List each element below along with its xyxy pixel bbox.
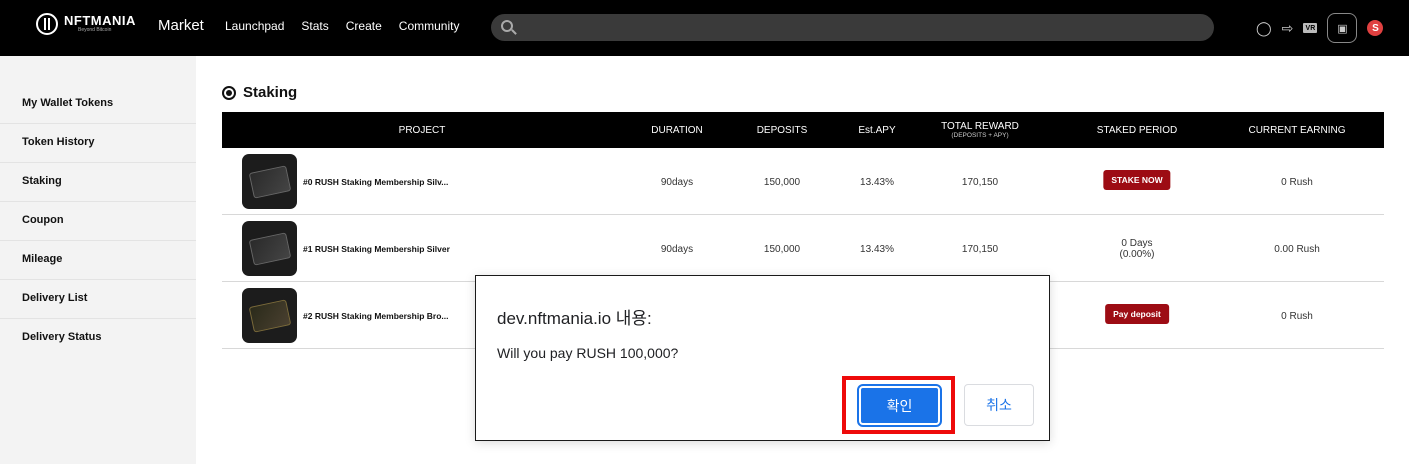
- brand-badge-icon[interactable]: S: [1367, 20, 1384, 36]
- user-icon[interactable]: ◯: [1256, 20, 1272, 37]
- staked-days: 0 Days: [1121, 238, 1153, 249]
- nav-stats[interactable]: Stats: [301, 19, 328, 33]
- sidebar-item-mileage[interactable]: Mileage: [22, 253, 62, 265]
- confirm-dialog: dev.nftmania.io 내용: Will you pay RUSH 10…: [475, 275, 1050, 441]
- column-staked-period: STAKED PERIOD: [1096, 124, 1178, 136]
- dialog-title: dev.nftmania.io 내용:: [497, 309, 652, 328]
- logout-icon[interactable]: ⇨: [1282, 20, 1294, 37]
- top-navigation-bar: NFTMANIA Beyond Bitcoin Market Launchpad…: [0, 0, 1409, 56]
- sidebar-item-delivery-list[interactable]: Delivery List: [22, 292, 87, 304]
- total-reward-value: 170,150: [961, 177, 999, 188]
- nav-community[interactable]: Community: [399, 19, 460, 33]
- search-bar[interactable]: [491, 14, 1214, 41]
- card-image: [248, 164, 291, 199]
- current-earning-value: 0 Rush: [1281, 177, 1313, 188]
- sidebar-item-delivery-status[interactable]: Delivery Status: [22, 331, 101, 343]
- staked-period-value: 0 Days (0.00%): [1119, 238, 1154, 260]
- card-image: [248, 298, 291, 333]
- wallet-icon[interactable]: ▣: [1327, 13, 1358, 43]
- stake-now-button[interactable]: STAKE NOW: [1103, 170, 1171, 190]
- column-apy: Est.APY: [858, 124, 896, 136]
- project-name[interactable]: #1 RUSH Staking Membership Silver: [303, 244, 450, 254]
- search-input[interactable]: [523, 14, 1203, 41]
- sidebar-item-my-wallet-tokens[interactable]: My Wallet Tokens: [22, 97, 113, 109]
- sidebar: My Wallet Tokens Token History Staking C…: [0, 56, 196, 464]
- nav-market[interactable]: Market: [158, 17, 204, 34]
- confirm-ok-button[interactable]: 확인: [857, 384, 942, 427]
- sidebar-divider: [0, 240, 196, 241]
- membership-thumbnail[interactable]: [242, 221, 297, 276]
- sidebar-divider: [0, 279, 196, 280]
- logo-text: NFTMANIA: [64, 13, 136, 28]
- nav-links: Launchpad Stats Create Community: [225, 19, 459, 33]
- table-row[interactable]: #1 RUSH Staking Membership Silver 90days…: [222, 215, 1384, 282]
- dialog-message: Will you pay RUSH 100,000?: [497, 345, 679, 361]
- logo-mark-icon: [36, 13, 58, 35]
- sidebar-item-coupon[interactable]: Coupon: [22, 214, 64, 226]
- card-image: [248, 231, 291, 266]
- sidebar-divider: [0, 123, 196, 124]
- staked-percent: (0.00%): [1119, 249, 1155, 260]
- vr-icon[interactable]: VR: [1303, 23, 1318, 33]
- nftmania-logo[interactable]: NFTMANIA Beyond Bitcoin: [36, 13, 136, 35]
- membership-thumbnail[interactable]: [242, 154, 297, 209]
- column-deposits: DEPOSITS: [756, 124, 808, 136]
- header-right-icons: ◯ ⇨ VR ▣ S: [1256, 13, 1384, 43]
- nav-create[interactable]: Create: [346, 19, 382, 33]
- project-name[interactable]: #2 RUSH Staking Membership Bro...: [303, 311, 448, 321]
- sidebar-divider: [0, 318, 196, 319]
- page-title: Staking: [222, 84, 297, 101]
- membership-thumbnail[interactable]: [242, 288, 297, 343]
- page-title-text: Staking: [243, 84, 298, 101]
- sidebar-item-staking[interactable]: Staking: [22, 175, 62, 187]
- current-earning-value: 0 Rush: [1281, 311, 1313, 322]
- column-current-earning: CURRENT EARNING: [1248, 124, 1346, 136]
- project-name[interactable]: #0 RUSH Staking Membership Silv...: [303, 177, 448, 187]
- staking-coin-icon: [222, 85, 236, 100]
- sidebar-divider: [0, 162, 196, 163]
- total-reward-value: 170,150: [961, 244, 999, 255]
- sidebar-divider: [0, 201, 196, 202]
- column-duration: DURATION: [651, 124, 703, 136]
- deposits-value: 150,000: [763, 177, 801, 188]
- table-header: PROJECT DURATION DEPOSITS Est.APY TOTAL …: [222, 112, 1384, 148]
- current-earning-value: 0.00 Rush: [1274, 244, 1320, 255]
- apy-value: 13.43%: [860, 244, 894, 255]
- deposits-value: 150,000: [763, 244, 801, 255]
- pay-deposit-button[interactable]: Pay deposit: [1105, 304, 1169, 324]
- column-project: PROJECT: [398, 124, 446, 136]
- duration-value: 90days: [660, 244, 694, 255]
- column-total-reward: TOTAL REWARD (DEPOSITS + APY): [941, 121, 1019, 139]
- nav-launchpad[interactable]: Launchpad: [225, 19, 284, 33]
- table-row[interactable]: #0 RUSH Staking Membership Silv... 90day…: [222, 148, 1384, 215]
- search-icon: [501, 20, 513, 32]
- confirm-cancel-button[interactable]: 취소: [964, 384, 1034, 426]
- sidebar-item-token-history[interactable]: Token History: [22, 136, 95, 148]
- duration-value: 90days: [660, 177, 694, 188]
- apy-value: 13.43%: [860, 177, 894, 188]
